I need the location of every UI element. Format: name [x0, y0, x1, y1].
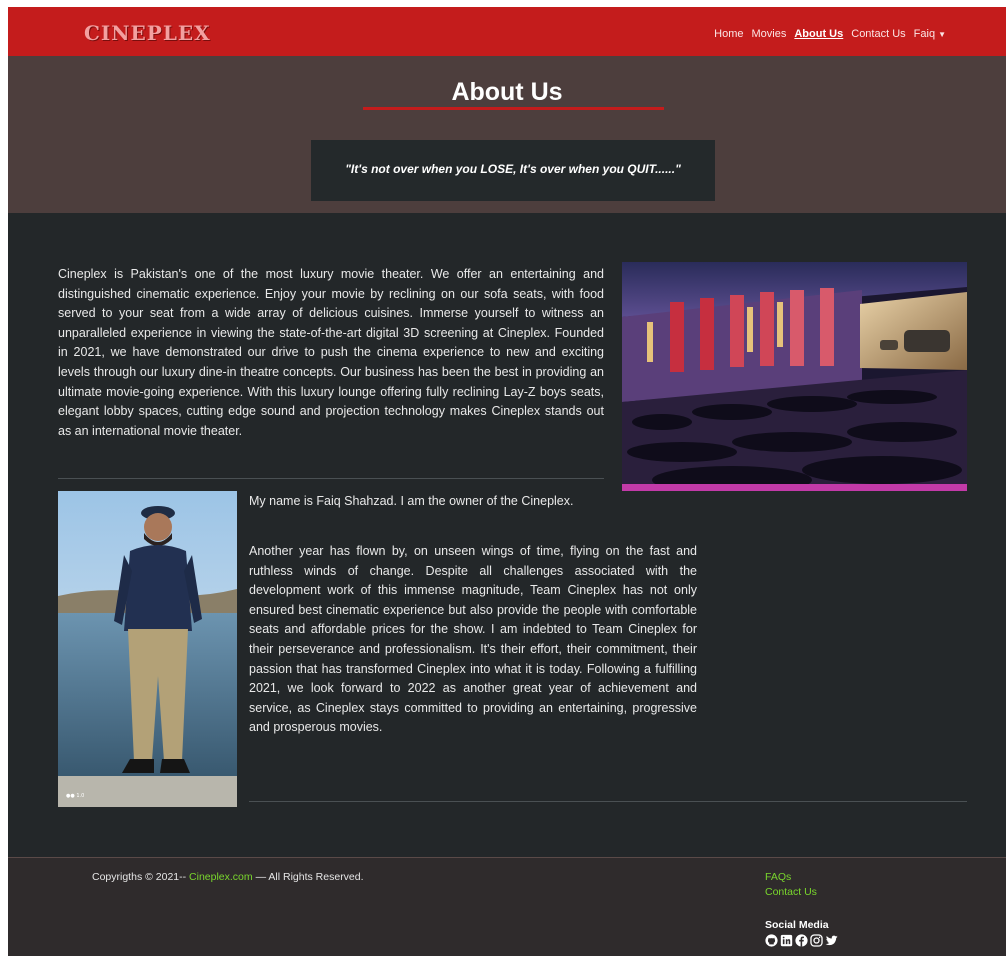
user-name: Faiq	[913, 28, 936, 40]
page-title: About Us	[451, 78, 563, 106]
faqs-link[interactable]: FAQs	[765, 870, 817, 885]
copyright-prefix: Copyrigths © 2021--	[92, 871, 190, 883]
twitter-icon[interactable]	[825, 934, 838, 947]
nav-about-us[interactable]: About Us	[794, 28, 843, 40]
owner-message: Another year has flown by, on unseen win…	[249, 544, 697, 735]
divider	[58, 478, 604, 479]
hero-section: About Us "It's not over when you LOSE, I…	[8, 56, 1006, 213]
user-dropdown[interactable]: Faiq ▼	[914, 28, 946, 40]
title-underline	[363, 107, 664, 110]
copyright-suffix: — All Rights Reserved.	[252, 871, 364, 883]
github-icon[interactable]	[765, 934, 778, 947]
copyright-text: Copyrigths © 2021-- Cineplex.com — All R…	[92, 871, 364, 883]
svg-text:●● 1.0: ●● 1.0	[66, 793, 84, 799]
brand-logo[interactable]: CINEPLEX	[84, 21, 211, 45]
divider	[249, 801, 967, 802]
nav-movies[interactable]: Movies	[752, 28, 787, 40]
linkedin-icon[interactable]	[780, 934, 793, 947]
site-link[interactable]: Cineplex.com	[189, 871, 253, 883]
nav-menu: Home Movies About Us Contact Us Faiq ▼	[714, 28, 946, 40]
footer-links: FAQs Contact Us	[765, 870, 817, 900]
social-media-heading: Social Media	[765, 919, 829, 931]
social-icons	[765, 934, 838, 947]
footer: Copyrigths © 2021-- Cineplex.com — All R…	[8, 857, 1006, 956]
nav-home[interactable]: Home	[714, 28, 743, 40]
owner-photo: ●● 1.0	[58, 491, 237, 807]
quote-box: "It's not over when you LOSE, It's over …	[311, 140, 715, 201]
quote-text: "It's not over when you LOSE, It's over …	[345, 162, 681, 176]
cinema-hall-image	[622, 262, 967, 491]
contact-us-link[interactable]: Contact Us	[765, 885, 817, 900]
nav-contact-us[interactable]: Contact Us	[851, 28, 905, 40]
owner-intro: My name is Faiq Shahzad. I am the owner …	[249, 494, 574, 508]
caret-down-icon: ▼	[938, 30, 946, 39]
about-content: Cineplex is Pakistan's one of the most l…	[8, 213, 1006, 857]
navbar: CINEPLEX Home Movies About Us Contact Us…	[8, 7, 1006, 56]
page: CINEPLEX Home Movies About Us Contact Us…	[8, 7, 1006, 956]
intro-paragraph: Cineplex is Pakistan's one of the most l…	[58, 267, 604, 438]
instagram-icon[interactable]	[810, 934, 823, 947]
facebook-icon[interactable]	[795, 934, 808, 947]
